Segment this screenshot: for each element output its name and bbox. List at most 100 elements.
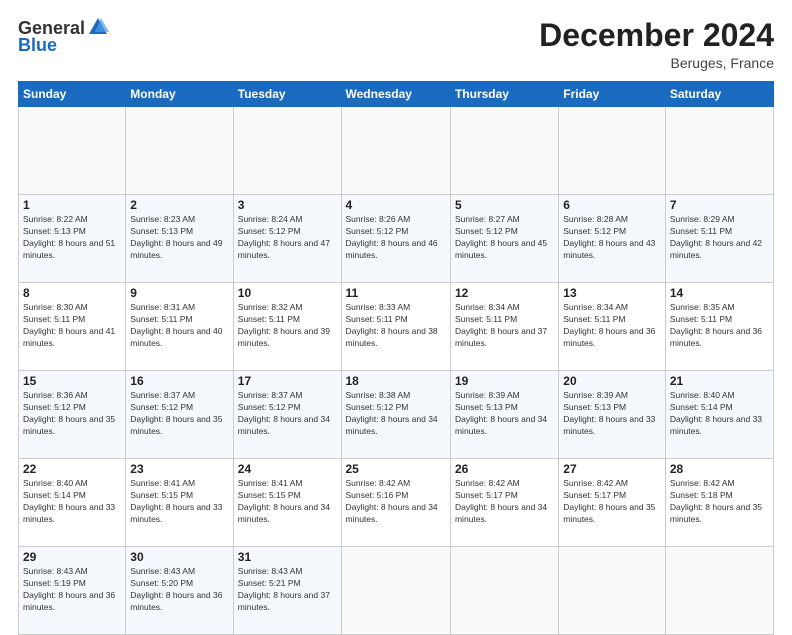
- day-number: 24: [238, 462, 337, 476]
- calendar-cell: 24 Sunrise: 8:41 AMSunset: 5:15 PMDaylig…: [233, 459, 341, 547]
- cell-content: Sunrise: 8:34 AMSunset: 5:11 PMDaylight:…: [455, 302, 547, 348]
- cell-content: Sunrise: 8:43 AMSunset: 5:21 PMDaylight:…: [238, 566, 330, 612]
- cell-content: Sunrise: 8:41 AMSunset: 5:15 PMDaylight:…: [130, 478, 222, 524]
- cell-content: Sunrise: 8:42 AMSunset: 5:16 PMDaylight:…: [346, 478, 438, 524]
- day-number: 22: [23, 462, 121, 476]
- day-of-week-header: Tuesday: [233, 82, 341, 107]
- calendar-cell: 7 Sunrise: 8:29 AMSunset: 5:11 PMDayligh…: [665, 195, 773, 283]
- day-number: 3: [238, 198, 337, 212]
- cell-content: Sunrise: 8:43 AMSunset: 5:20 PMDaylight:…: [130, 566, 222, 612]
- day-number: 16: [130, 374, 228, 388]
- month-title: December 2024: [539, 18, 774, 53]
- calendar-cell: [559, 547, 666, 635]
- calendar-week-row: [19, 107, 774, 195]
- day-number: 7: [670, 198, 769, 212]
- cell-content: Sunrise: 8:41 AMSunset: 5:15 PMDaylight:…: [238, 478, 330, 524]
- cell-content: Sunrise: 8:38 AMSunset: 5:12 PMDaylight:…: [346, 390, 438, 436]
- title-block: December 2024 Beruges, France: [539, 18, 774, 71]
- header: General Blue December 2024 Beruges, Fran…: [18, 18, 774, 71]
- location: Beruges, France: [539, 55, 774, 71]
- calendar-cell: 2 Sunrise: 8:23 AMSunset: 5:13 PMDayligh…: [126, 195, 233, 283]
- day-number: 8: [23, 286, 121, 300]
- calendar-cell: 25 Sunrise: 8:42 AMSunset: 5:16 PMDaylig…: [341, 459, 450, 547]
- day-number: 31: [238, 550, 337, 564]
- calendar-cell: [233, 107, 341, 195]
- calendar-week-row: 29 Sunrise: 8:43 AMSunset: 5:19 PMDaylig…: [19, 547, 774, 635]
- calendar-body: 1 Sunrise: 8:22 AMSunset: 5:13 PMDayligh…: [19, 107, 774, 635]
- day-number: 18: [346, 374, 446, 388]
- calendar-cell: [341, 107, 450, 195]
- calendar-cell: 31 Sunrise: 8:43 AMSunset: 5:21 PMDaylig…: [233, 547, 341, 635]
- calendar-cell: [665, 107, 773, 195]
- cell-content: Sunrise: 8:42 AMSunset: 5:17 PMDaylight:…: [455, 478, 547, 524]
- calendar-week-row: 15 Sunrise: 8:36 AMSunset: 5:12 PMDaylig…: [19, 371, 774, 459]
- cell-content: Sunrise: 8:32 AMSunset: 5:11 PMDaylight:…: [238, 302, 330, 348]
- calendar-cell: 26 Sunrise: 8:42 AMSunset: 5:17 PMDaylig…: [450, 459, 558, 547]
- calendar-week-row: 8 Sunrise: 8:30 AMSunset: 5:11 PMDayligh…: [19, 283, 774, 371]
- day-number: 25: [346, 462, 446, 476]
- calendar-cell: 9 Sunrise: 8:31 AMSunset: 5:11 PMDayligh…: [126, 283, 233, 371]
- calendar-cell: [126, 107, 233, 195]
- day-of-week-header: Saturday: [665, 82, 773, 107]
- calendar-cell: 20 Sunrise: 8:39 AMSunset: 5:13 PMDaylig…: [559, 371, 666, 459]
- calendar-cell: [341, 547, 450, 635]
- cell-content: Sunrise: 8:35 AMSunset: 5:11 PMDaylight:…: [670, 302, 762, 348]
- day-number: 12: [455, 286, 554, 300]
- calendar-cell: 16 Sunrise: 8:37 AMSunset: 5:12 PMDaylig…: [126, 371, 233, 459]
- calendar-cell: 29 Sunrise: 8:43 AMSunset: 5:19 PMDaylig…: [19, 547, 126, 635]
- cell-content: Sunrise: 8:33 AMSunset: 5:11 PMDaylight:…: [346, 302, 438, 348]
- logo: General Blue: [18, 18, 109, 56]
- cell-content: Sunrise: 8:28 AMSunset: 5:12 PMDaylight:…: [563, 214, 655, 260]
- day-number: 29: [23, 550, 121, 564]
- day-number: 2: [130, 198, 228, 212]
- calendar-cell: 5 Sunrise: 8:27 AMSunset: 5:12 PMDayligh…: [450, 195, 558, 283]
- calendar-cell: 19 Sunrise: 8:39 AMSunset: 5:13 PMDaylig…: [450, 371, 558, 459]
- day-of-week-header: Thursday: [450, 82, 558, 107]
- calendar-cell: [450, 107, 558, 195]
- day-number: 6: [563, 198, 661, 212]
- cell-content: Sunrise: 8:39 AMSunset: 5:13 PMDaylight:…: [455, 390, 547, 436]
- calendar-cell: 23 Sunrise: 8:41 AMSunset: 5:15 PMDaylig…: [126, 459, 233, 547]
- calendar-cell: 30 Sunrise: 8:43 AMSunset: 5:20 PMDaylig…: [126, 547, 233, 635]
- cell-content: Sunrise: 8:43 AMSunset: 5:19 PMDaylight:…: [23, 566, 115, 612]
- day-number: 17: [238, 374, 337, 388]
- cell-content: Sunrise: 8:40 AMSunset: 5:14 PMDaylight:…: [670, 390, 762, 436]
- calendar-cell: 6 Sunrise: 8:28 AMSunset: 5:12 PMDayligh…: [559, 195, 666, 283]
- page: General Blue December 2024 Beruges, Fran…: [0, 0, 792, 612]
- day-number: 28: [670, 462, 769, 476]
- day-number: 11: [346, 286, 446, 300]
- cell-content: Sunrise: 8:37 AMSunset: 5:12 PMDaylight:…: [238, 390, 330, 436]
- calendar-week-row: 22 Sunrise: 8:40 AMSunset: 5:14 PMDaylig…: [19, 459, 774, 547]
- day-number: 23: [130, 462, 228, 476]
- day-of-week-header: Wednesday: [341, 82, 450, 107]
- calendar-cell: 11 Sunrise: 8:33 AMSunset: 5:11 PMDaylig…: [341, 283, 450, 371]
- calendar-cell: 28 Sunrise: 8:42 AMSunset: 5:18 PMDaylig…: [665, 459, 773, 547]
- calendar-cell: 4 Sunrise: 8:26 AMSunset: 5:12 PMDayligh…: [341, 195, 450, 283]
- day-number: 19: [455, 374, 554, 388]
- cell-content: Sunrise: 8:24 AMSunset: 5:12 PMDaylight:…: [238, 214, 330, 260]
- day-number: 5: [455, 198, 554, 212]
- calendar-cell: 15 Sunrise: 8:36 AMSunset: 5:12 PMDaylig…: [19, 371, 126, 459]
- day-of-week-header: Monday: [126, 82, 233, 107]
- day-number: 4: [346, 198, 446, 212]
- cell-content: Sunrise: 8:26 AMSunset: 5:12 PMDaylight:…: [346, 214, 438, 260]
- day-number: 27: [563, 462, 661, 476]
- calendar-cell: 12 Sunrise: 8:34 AMSunset: 5:11 PMDaylig…: [450, 283, 558, 371]
- day-of-week-header: Sunday: [19, 82, 126, 107]
- calendar-cell: [665, 547, 773, 635]
- calendar-cell: 22 Sunrise: 8:40 AMSunset: 5:14 PMDaylig…: [19, 459, 126, 547]
- day-number: 1: [23, 198, 121, 212]
- day-number: 20: [563, 374, 661, 388]
- cell-content: Sunrise: 8:39 AMSunset: 5:13 PMDaylight:…: [563, 390, 655, 436]
- day-number: 21: [670, 374, 769, 388]
- cell-content: Sunrise: 8:29 AMSunset: 5:11 PMDaylight:…: [670, 214, 762, 260]
- cell-content: Sunrise: 8:22 AMSunset: 5:13 PMDaylight:…: [23, 214, 115, 260]
- cell-content: Sunrise: 8:42 AMSunset: 5:18 PMDaylight:…: [670, 478, 762, 524]
- calendar-cell: [19, 107, 126, 195]
- calendar-week-row: 1 Sunrise: 8:22 AMSunset: 5:13 PMDayligh…: [19, 195, 774, 283]
- cell-content: Sunrise: 8:36 AMSunset: 5:12 PMDaylight:…: [23, 390, 115, 436]
- calendar-cell: 27 Sunrise: 8:42 AMSunset: 5:17 PMDaylig…: [559, 459, 666, 547]
- calendar-cell: 13 Sunrise: 8:34 AMSunset: 5:11 PMDaylig…: [559, 283, 666, 371]
- day-number: 14: [670, 286, 769, 300]
- day-number: 10: [238, 286, 337, 300]
